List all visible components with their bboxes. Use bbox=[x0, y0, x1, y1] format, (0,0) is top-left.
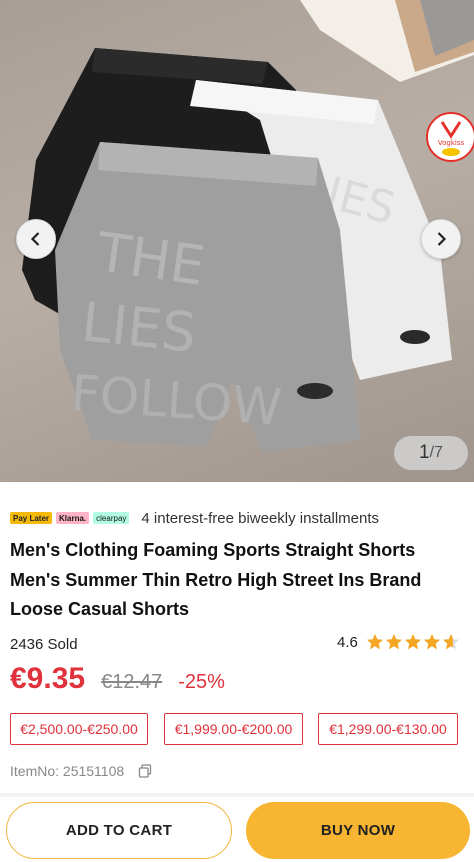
original-price: €12.47 bbox=[101, 671, 163, 693]
add-to-cart-button[interactable]: ADD TO CART bbox=[6, 802, 232, 859]
copy-icon[interactable] bbox=[138, 764, 152, 778]
coupon-3[interactable]: €1,299.00-€130.00 bbox=[318, 713, 458, 745]
rating-stars bbox=[366, 633, 461, 651]
discount-percent: -25% bbox=[178, 671, 225, 693]
star-icon bbox=[366, 634, 383, 650]
bottom-divider bbox=[0, 793, 474, 797]
previous-image-button[interactable] bbox=[16, 219, 56, 259]
clearpay-logo: clearpay bbox=[93, 512, 130, 524]
rating[interactable]: 4.6 bbox=[337, 633, 461, 651]
product-image-gallery[interactable]: LIES THE LIES FOLLOW Vogkiss 1/7 bbox=[0, 0, 474, 482]
star-icon bbox=[385, 634, 402, 650]
installments-text: 4 interest-free biweekly installments bbox=[141, 509, 380, 527]
coupon-2[interactable]: €1,999.00-€200.00 bbox=[164, 713, 303, 745]
chevron-right-icon bbox=[437, 232, 447, 246]
book-prop bbox=[300, 0, 474, 82]
current-price: €9.35 bbox=[10, 662, 86, 695]
star-icon bbox=[442, 634, 459, 650]
star-icon bbox=[423, 634, 440, 650]
buy-now-button[interactable]: BUY NOW bbox=[246, 802, 470, 859]
brand-badge-logo: Vogkiss bbox=[426, 112, 474, 162]
image-counter: 1/7 bbox=[394, 436, 468, 470]
svg-text:LIES: LIES bbox=[79, 290, 199, 365]
coupon-1[interactable]: €2,500.00-€250.00 bbox=[10, 713, 148, 745]
installments-row[interactable]: Pay Later Klarna. clearpay 4 interest-fr… bbox=[10, 508, 379, 528]
paylater-logo: Pay Later bbox=[10, 512, 53, 524]
image-counter-total: /7 bbox=[429, 444, 443, 461]
image-counter-current: 1 bbox=[419, 442, 430, 463]
next-image-button[interactable] bbox=[421, 219, 461, 259]
product-photo: LIES THE LIES FOLLOW bbox=[22, 0, 474, 452]
sold-count: 2436 Sold bbox=[10, 636, 78, 653]
klarna-logo: Klarna. bbox=[56, 512, 90, 524]
grey-shorts: THE LIES FOLLOW bbox=[55, 142, 360, 452]
product-title: Men's Clothing Foaming Sports Straight S… bbox=[10, 540, 422, 619]
price-row: €9.35 €12.47 -25% bbox=[10, 662, 225, 696]
chevron-left-icon bbox=[30, 232, 40, 246]
item-number: ItemNo: 25151108 bbox=[10, 763, 152, 779]
svg-text:Vogkiss: Vogkiss bbox=[438, 139, 465, 147]
star-icon bbox=[404, 634, 421, 650]
rating-value: 4.6 bbox=[337, 633, 358, 651]
item-number-text: ItemNo: 25151108 bbox=[10, 763, 125, 779]
